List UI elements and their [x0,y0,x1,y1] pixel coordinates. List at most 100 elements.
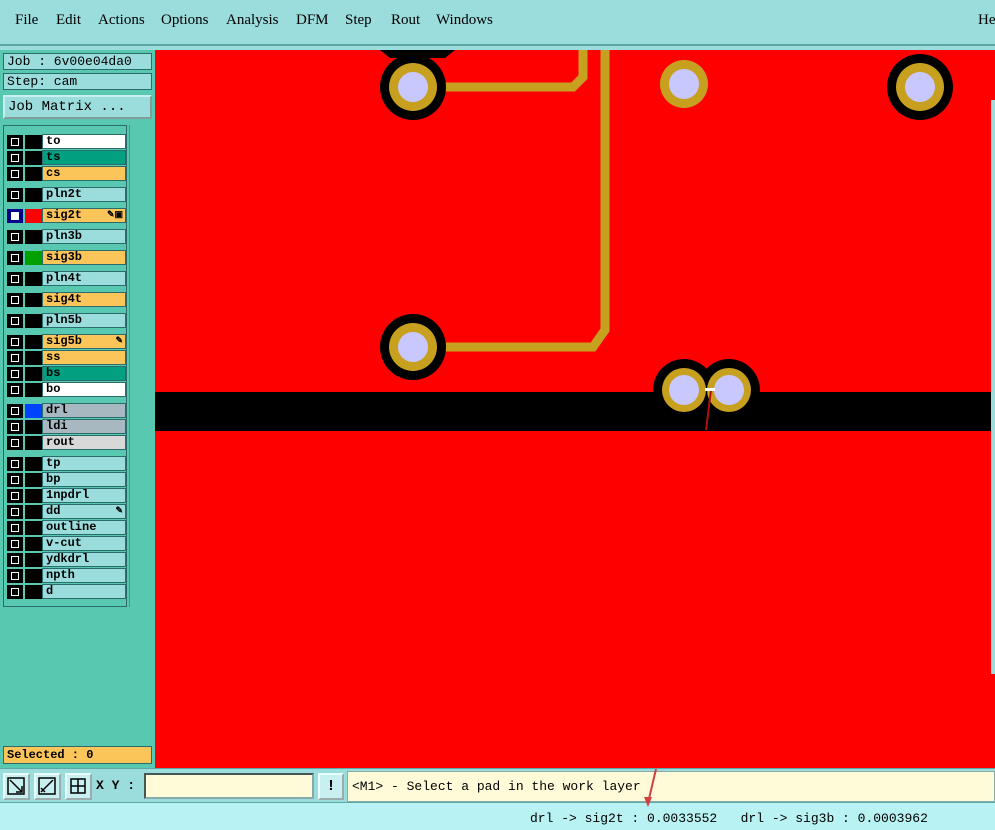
layer-row-dd[interactable]: dd ✎ [6,504,126,519]
layer-checkbox[interactable] [7,230,23,244]
layer-color-swatch[interactable] [25,293,42,307]
layer-checkbox[interactable] [7,351,23,365]
menu-actions[interactable]: Actions [98,12,145,29]
layer-row-ts[interactable]: ts [6,150,126,165]
menu-options[interactable]: Options [161,12,209,29]
layer-row-bs[interactable]: bs [6,366,126,381]
layer-checkbox[interactable] [7,436,23,450]
layer-checkbox[interactable] [7,293,23,307]
layer-checkbox[interactable] [7,489,23,503]
layer-name[interactable]: ss [42,350,126,365]
layer-color-swatch[interactable] [25,537,42,551]
menu-step[interactable]: Step [345,12,372,29]
layer-name[interactable]: npth [42,568,126,583]
layer-row-drl[interactable]: drl [6,403,126,418]
layer-name[interactable]: to [42,134,126,149]
layer-color-swatch[interactable] [25,335,42,349]
menu-dfm[interactable]: DFM [296,12,329,29]
layer-name[interactable]: ydkdrl [42,552,126,567]
layer-checkbox[interactable] [7,585,23,599]
layer-name[interactable]: drl [42,403,126,418]
layer-color-swatch[interactable] [25,351,42,365]
layer-name[interactable]: v-cut [42,536,126,551]
layer-color-swatch[interactable] [25,314,42,328]
layer-row-ss[interactable]: ss [6,350,126,365]
board-view[interactable] [155,50,995,768]
layer-checkbox[interactable] [7,537,23,551]
layer-color-swatch[interactable] [25,383,42,397]
layer-name[interactable]: bp [42,472,126,487]
layer-row-cs[interactable]: cs [6,166,126,181]
layer-name[interactable]: pln3b [42,229,126,244]
layer-color-swatch[interactable] [25,569,42,583]
layer-checkbox[interactable] [7,367,23,381]
layer-color-swatch[interactable] [25,585,42,599]
layer-checkbox[interactable] [7,335,23,349]
layer-row-to[interactable]: to [6,134,126,149]
grid-snap-icon[interactable] [65,773,92,800]
layer-color-swatch[interactable] [25,436,42,450]
layer-row-d[interactable]: d [6,584,126,599]
layer-name[interactable]: rout [42,435,126,450]
layer-checkbox[interactable] [7,272,23,286]
layer-row-rout[interactable]: rout [6,435,126,450]
layer-name[interactable]: pln5b [42,313,126,328]
layer-row-sig2t[interactable]: sig2t ✎▣ [6,208,126,223]
layer-color-swatch[interactable] [25,553,42,567]
layer-name[interactable]: sig4t [42,292,126,307]
layer-row-npth[interactable]: npth [6,568,126,583]
layer-checkbox[interactable] [7,404,23,418]
layer-color-swatch[interactable] [25,473,42,487]
layer-name[interactable]: outline [42,520,126,535]
layer-color-swatch[interactable] [25,167,42,181]
layer-color-swatch[interactable] [25,367,42,381]
layer-name[interactable]: sig5b [42,334,126,349]
layer-name[interactable]: dd [42,504,126,519]
exclamation-button[interactable]: ! [318,773,344,800]
layer-row-sig5b[interactable]: sig5b ✎ [6,334,126,349]
layer-checkbox[interactable] [7,473,23,487]
layer-name[interactable]: bo [42,382,126,397]
layer-row-pln2t[interactable]: pln2t [6,187,126,202]
layer-name[interactable]: sig3b [42,250,126,265]
layer-color-swatch[interactable] [25,420,42,434]
layer-row-tp[interactable]: tp [6,456,126,471]
layer-name[interactable]: 1npdrl [42,488,126,503]
layer-checkbox[interactable] [7,209,23,223]
layer-checkbox[interactable] [7,167,23,181]
resize-icon[interactable] [3,773,30,800]
layer-color-swatch[interactable] [25,489,42,503]
layer-name[interactable]: ldi [42,419,126,434]
layer-row-ydkdrl[interactable]: ydkdrl [6,552,126,567]
layer-color-swatch[interactable] [25,209,42,223]
menu-windows[interactable]: Windows [436,12,493,29]
layer-checkbox[interactable] [7,251,23,265]
layer-row-outline[interactable]: outline [6,520,126,535]
layer-checkbox[interactable] [7,457,23,471]
layer-color-swatch[interactable] [25,272,42,286]
layer-checkbox[interactable] [7,135,23,149]
layer-name[interactable]: pln4t [42,271,126,286]
layer-name[interactable]: tp [42,456,126,471]
layer-color-swatch[interactable] [25,505,42,519]
layer-name[interactable]: pln2t [42,187,126,202]
layer-row-ldi[interactable]: ldi [6,419,126,434]
layer-checkbox[interactable] [7,383,23,397]
layer-checkbox[interactable] [7,151,23,165]
menu-edit[interactable]: Edit [56,12,81,29]
layer-row-pln3b[interactable]: pln3b [6,229,126,244]
layer-checkbox[interactable] [7,569,23,583]
layer-checkbox[interactable] [7,553,23,567]
layer-color-swatch[interactable] [25,457,42,471]
layer-list-scrollbar[interactable] [129,125,153,607]
layer-row-sig4t[interactable]: sig4t [6,292,126,307]
layer-color-swatch[interactable] [25,404,42,418]
layer-color-swatch[interactable] [25,230,42,244]
graphics-canvas[interactable] [155,50,995,768]
layer-name[interactable]: bs [42,366,126,381]
layer-name[interactable]: ts [42,150,126,165]
job-matrix-button[interactable]: Job Matrix ... [3,95,152,119]
layer-row-bp[interactable]: bp [6,472,126,487]
layer-color-swatch[interactable] [25,188,42,202]
layer-checkbox[interactable] [7,420,23,434]
